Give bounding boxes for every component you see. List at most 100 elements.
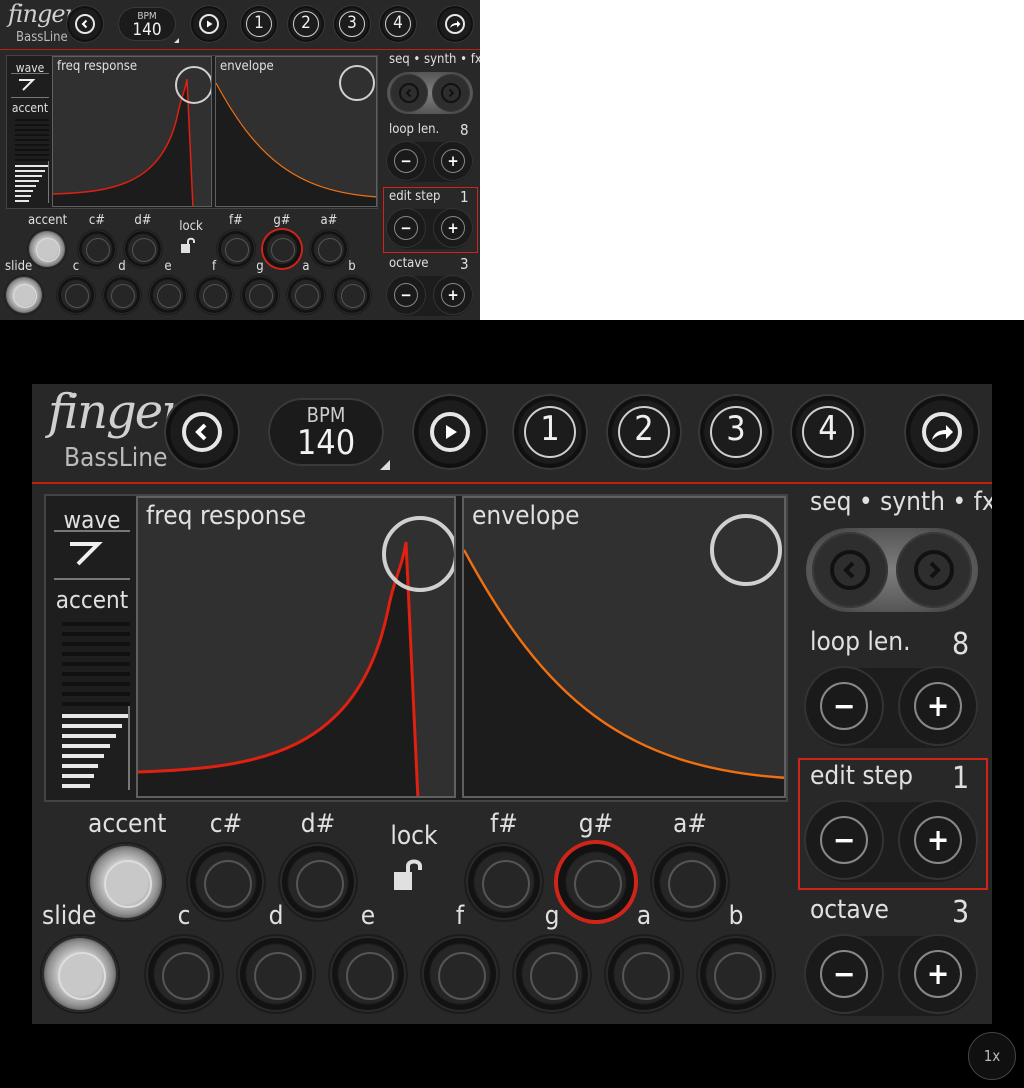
play-icon [190,5,228,43]
key-c-label: c [72,259,80,274]
synth-display: wave accent freq response envelope [6,55,378,209]
loop-length-minus-button[interactable]: − [387,142,425,180]
play-button[interactable] [190,5,228,43]
octave-plus-button[interactable]: + [900,936,976,1012]
pattern-1-button[interactable]: 1 [240,5,278,43]
key-g[interactable] [514,936,590,1012]
loop-length-value: 8 [952,626,970,662]
bpm-control[interactable]: BPM 140 [268,398,390,470]
envelope-label: envelope [220,59,274,74]
app-logo: finger BassLine [44,384,184,476]
key-c-label: c [177,902,191,932]
edit-step-minus-button[interactable]: − [806,802,882,878]
key-f[interactable] [195,276,233,314]
key-b[interactable] [333,276,371,314]
key-d[interactable] [103,276,141,314]
envelope-graph[interactable]: envelope [462,496,786,798]
octave-plus-button[interactable]: + [434,276,472,314]
zoom-button[interactable]: 1x [968,1032,1016,1080]
edit-step-plus-button[interactable]: + [900,802,976,878]
freq-response-graph[interactable]: freq response [52,56,212,207]
page-next-button[interactable] [432,74,470,112]
key-c[interactable] [57,276,95,314]
pattern-3-button[interactable]: 3 [698,394,774,470]
synth-panel-small: finger BassLine BPM 140 1 2 3 4 wave acc… [0,0,480,320]
key-a[interactable] [287,276,325,314]
unlock-icon[interactable] [392,856,428,892]
key-g[interactable] [241,276,279,314]
key-b[interactable] [698,936,774,1012]
pattern-2-button[interactable]: 2 [287,5,325,43]
bpm-control[interactable]: BPM 140 [118,7,179,43]
play-icon [412,394,488,470]
pattern-1-button[interactable]: 1 [512,394,588,470]
pattern-3-button[interactable]: 3 [333,5,371,43]
logo-subtitle: BassLine [16,30,68,45]
edit-step-plus-button[interactable]: + [434,209,472,247]
header-divider [0,49,480,50]
key-e-label: e [360,902,376,932]
key-g-label: g [256,259,264,274]
slide-button[interactable] [5,276,43,314]
accent-level-slider[interactable] [62,618,130,790]
key-d-label: d [268,902,284,932]
share-button[interactable] [904,394,980,470]
bpm-value: 140 [132,20,162,40]
sawtooth-wave-icon[interactable] [17,76,43,92]
key-a-sharp-label: a# [673,810,707,840]
loop-length-plus-button[interactable]: + [900,668,976,744]
octave-value: 3 [952,894,970,930]
pattern-2-button[interactable]: 2 [606,394,682,470]
back-button[interactable] [164,394,240,470]
octave-label: octave [810,896,889,926]
chevron-left-icon [390,74,428,112]
play-button[interactable] [412,394,488,470]
accent-level-slider[interactable] [15,117,49,203]
edit-step-minus-button[interactable]: − [387,209,425,247]
dropdown-corner-icon [380,460,390,470]
key-c[interactable] [146,936,222,1012]
chevron-left-icon [812,532,888,608]
page-prev-button[interactable] [812,532,888,608]
envelope-graph[interactable]: envelope [215,56,377,207]
freq-response-label: freq response [57,59,138,74]
freq-response-graph[interactable]: freq response [136,496,456,798]
key-f[interactable] [422,936,498,1012]
wave-accent-sidebar: wave accent [54,502,130,794]
slide-button-label: slide [5,259,33,274]
slide-button[interactable] [42,936,118,1012]
key-g-label: g [544,902,560,932]
key-b-label: b [728,902,744,932]
key-e[interactable] [330,936,406,1012]
accent-level-label: accent [11,101,49,115]
header-divider [32,482,992,484]
accent-button-label: accent [88,810,167,840]
key-e[interactable] [149,276,187,314]
nav-label: seq • synth • fx [810,488,992,518]
key-a[interactable] [606,936,682,1012]
pattern-4-button[interactable]: 4 [790,394,866,470]
accent-button-label: accent [28,213,68,228]
loop-length-plus-button[interactable]: + [434,142,472,180]
unlock-icon[interactable] [180,236,198,254]
page-nav [806,528,978,612]
octave-minus-button[interactable]: − [806,936,882,1012]
sawtooth-wave-icon[interactable] [66,536,118,568]
share-button[interactable] [436,5,474,43]
edit-step-value: 1 [952,760,970,796]
loop-length-minus-button[interactable]: − [806,668,882,744]
synth-panel-large: finger BassLine BPM 140 1 2 3 4 wave acc… [32,384,992,1024]
logo-text: finger [48,384,184,440]
octave-minus-button[interactable]: − [387,276,425,314]
back-button[interactable] [66,5,104,43]
page-prev-button[interactable] [390,74,428,112]
key-c-sharp-label: c# [88,213,106,228]
key-f-sharp-label: f# [229,213,243,228]
pattern-4-button[interactable]: 4 [379,5,417,43]
key-d-sharp-label: d# [134,213,152,228]
page-next-button[interactable] [896,532,972,608]
edit-step-value: 1 [460,188,469,206]
key-d[interactable] [238,936,314,1012]
blank-area [480,0,1024,320]
edit-step-label: edit step [810,762,913,792]
